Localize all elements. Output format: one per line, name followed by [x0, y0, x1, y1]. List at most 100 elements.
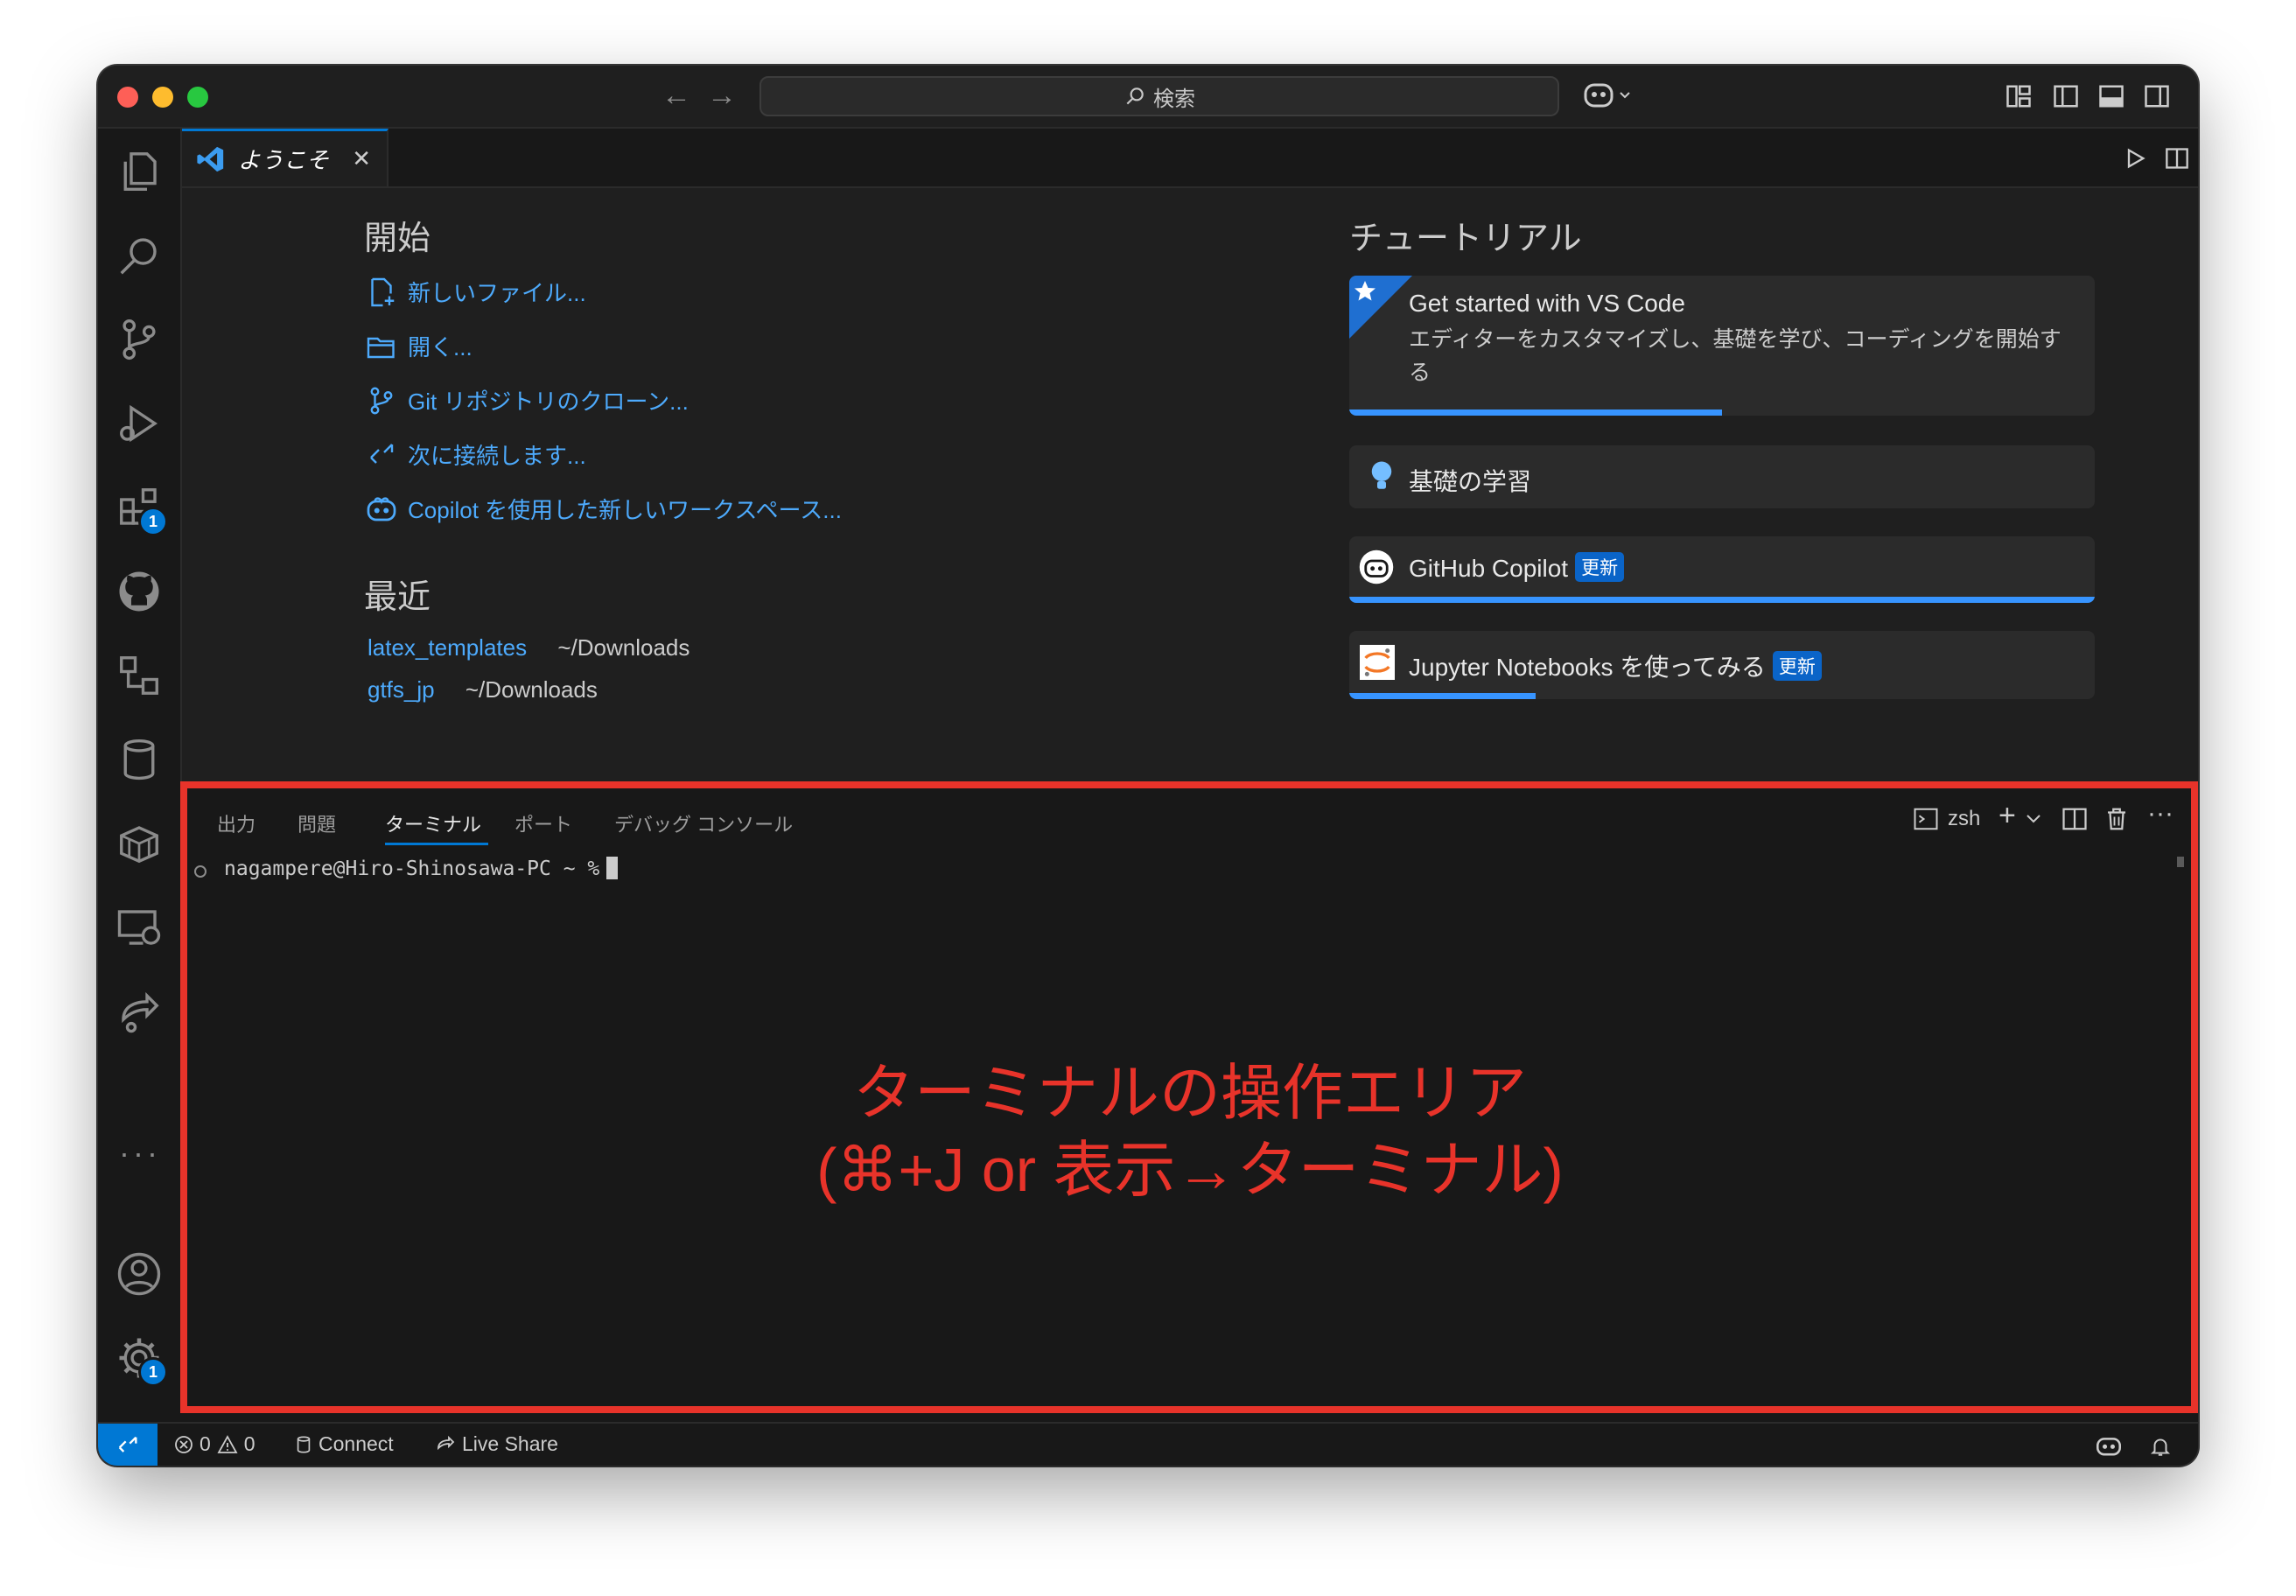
connect-to-link[interactable]: 次に接続します... — [366, 438, 586, 471]
customize-layout-icon[interactable] — [2006, 83, 2032, 109]
vscode-window: ← → 検索 1 ··· 1 ようこそ ✕ 開始 新しいファイル... 開く..… — [98, 66, 2198, 1466]
recent-heading: 最近 — [364, 579, 431, 616]
terminal-status-icon — [194, 865, 206, 878]
tutorial-title: 基礎の学習 — [1409, 468, 1532, 495]
tutorial-card-fundamentals[interactable]: 基礎の学習 — [1349, 445, 2095, 508]
open-label: 開く... — [408, 334, 472, 360]
connect-label: Connect — [318, 1432, 394, 1455]
extensions-button[interactable]: 1 — [116, 484, 168, 536]
tutorial-title: Jupyter Notebooks を使ってみる — [1409, 654, 1766, 681]
search-icon — [1126, 88, 1144, 105]
recent-item: latex_templates ~/Downloads — [368, 634, 690, 662]
more-actions-icon[interactable]: ··· — [2147, 799, 2174, 829]
container-icon[interactable] — [116, 820, 163, 867]
updated-badge: 更新 — [1575, 552, 1625, 582]
explorer-icon[interactable] — [116, 148, 163, 195]
connect-status[interactable]: Connect — [294, 1432, 394, 1456]
tutorial-card-copilot[interactable]: GitHub Copilot 更新 — [1349, 536, 2095, 603]
toggle-primary-sidebar-icon[interactable] — [2053, 83, 2079, 109]
tab-terminal[interactable]: ターミナル — [385, 809, 481, 837]
problems-status[interactable]: 0 0 — [173, 1432, 256, 1456]
split-terminal-icon[interactable] — [2062, 806, 2088, 832]
copilot-status-icon[interactable] — [2095, 1433, 2123, 1458]
warning-count: 0 — [243, 1432, 256, 1455]
notifications-bell-icon[interactable] — [2149, 1434, 2172, 1459]
error-count: 0 — [200, 1432, 211, 1455]
clone-repo-link[interactable]: Git リポジトリのクローン... — [366, 384, 689, 416]
status-bar: 0 0 Connect Live Share — [98, 1422, 2198, 1466]
annotation-line-1: ターミナルの操作エリア — [853, 1059, 1527, 1127]
lightbulb-icon — [1371, 461, 1392, 489]
folder-open-icon — [367, 337, 395, 358]
copilot-icon — [367, 496, 396, 521]
github-icon[interactable] — [116, 568, 163, 615]
vscode-logo-icon — [197, 146, 224, 172]
search-activity-icon[interactable] — [116, 232, 163, 279]
toggle-secondary-sidebar-icon[interactable] — [2144, 83, 2170, 109]
tutorial-title: Get started with VS Code — [1409, 290, 1685, 317]
split-editor-icon[interactable] — [2165, 146, 2189, 171]
recent-item-path: ~/Downloads — [465, 676, 598, 703]
database-icon[interactable] — [116, 736, 163, 783]
settings-badge: 1 — [138, 1357, 168, 1387]
run-icon[interactable] — [2123, 146, 2147, 171]
terminal-prompt[interactable]: nagampere@Hiro-Shinosawa-PC ~ % — [224, 857, 619, 880]
account-icon[interactable] — [116, 1250, 163, 1298]
chevron-down-icon[interactable] — [2025, 813, 2042, 825]
tutorial-title-row: Jupyter Notebooks を使ってみる 更新 — [1409, 648, 1822, 683]
live-share-status[interactable]: Live Share — [434, 1432, 558, 1456]
connect-to-label: 次に接続します... — [408, 443, 586, 469]
title-bar: ← → 検索 — [98, 66, 2198, 129]
terminal-cursor — [606, 857, 619, 879]
forward-arrow-icon[interactable]: → — [707, 78, 737, 113]
updated-badge: 更新 — [1772, 651, 1822, 681]
toggle-panel-icon[interactable] — [2098, 83, 2124, 109]
shell-selector[interactable]: zsh — [1913, 806, 1980, 832]
close-window-button[interactable] — [117, 87, 138, 108]
tutorial-card-get-started[interactable]: Get started with VS Code エディターをカスタマイズし、基… — [1349, 276, 2095, 416]
tutorial-progress — [1349, 597, 2095, 603]
live-share-icon — [438, 1435, 455, 1450]
run-debug-icon[interactable] — [116, 400, 163, 447]
tab-output[interactable]: 出力 — [217, 809, 256, 837]
remote-explorer-icon[interactable] — [116, 904, 163, 951]
tutorial-description: エディターをカスタマイズし、基礎を学び、コーディングを開始する — [1409, 327, 2062, 385]
minimize-window-button[interactable] — [152, 87, 173, 108]
open-link[interactable]: 開く... — [366, 330, 472, 362]
copilot-icon — [1359, 550, 1394, 584]
tutorial-title: GitHub Copilot — [1409, 555, 1569, 582]
workflow-icon[interactable] — [116, 652, 163, 699]
source-control-icon[interactable] — [116, 316, 163, 363]
welcome-page: 開始 新しいファイル... 開く... Git リポジトリのクローン... 次に… — [182, 188, 2198, 781]
tab-ports[interactable]: ポート — [514, 809, 572, 837]
tutorial-card-jupyter[interactable]: Jupyter Notebooks を使ってみる 更新 — [1349, 631, 2095, 699]
prompt-text: nagampere@Hiro-Shinosawa-PC ~ % — [224, 858, 600, 880]
remote-indicator[interactable] — [98, 1424, 158, 1466]
new-file-label: 新しいファイル... — [408, 280, 586, 306]
tab-welcome[interactable]: ようこそ ✕ — [182, 129, 388, 186]
manage-button[interactable]: 1 — [116, 1334, 168, 1387]
shell-label: zsh — [1948, 807, 1981, 830]
new-file-link[interactable]: 新しいファイル... — [366, 276, 586, 308]
zoom-window-button[interactable] — [187, 87, 208, 108]
copilot-workspace-label: Copilot を使用した新しいワークスペース... — [408, 497, 842, 523]
clone-repo-label: Git リポジトリのクローン... — [408, 388, 689, 415]
tab-problems[interactable]: 問題 — [298, 809, 336, 837]
copilot-workspace-link[interactable]: Copilot を使用した新しいワークスペース... — [366, 493, 842, 525]
tutorial-progress — [1349, 410, 1722, 416]
recent-item-name[interactable]: gtfs_jp — [368, 676, 435, 703]
new-terminal-icon[interactable]: + — [1998, 799, 2016, 833]
extensions-badge: 1 — [138, 507, 168, 536]
command-center-search[interactable]: 検索 — [760, 76, 1559, 116]
trash-icon[interactable] — [2104, 806, 2130, 832]
featured-star-icon — [1349, 276, 1412, 339]
terminal-scrollbar[interactable] — [2177, 857, 2184, 867]
close-tab-icon[interactable]: ✕ — [352, 145, 371, 172]
tab-debug-console[interactable]: デバッグ コンソール — [614, 809, 793, 837]
live-share-icon[interactable] — [116, 988, 163, 1035]
recent-item-name[interactable]: latex_templates — [368, 634, 527, 661]
copilot-menu-icon[interactable] — [1582, 80, 1634, 111]
back-arrow-icon[interactable]: ← — [662, 78, 691, 113]
more-views-icon[interactable]: ··· — [119, 1135, 161, 1172]
maximize-panel-icon[interactable] — [2193, 809, 2198, 825]
